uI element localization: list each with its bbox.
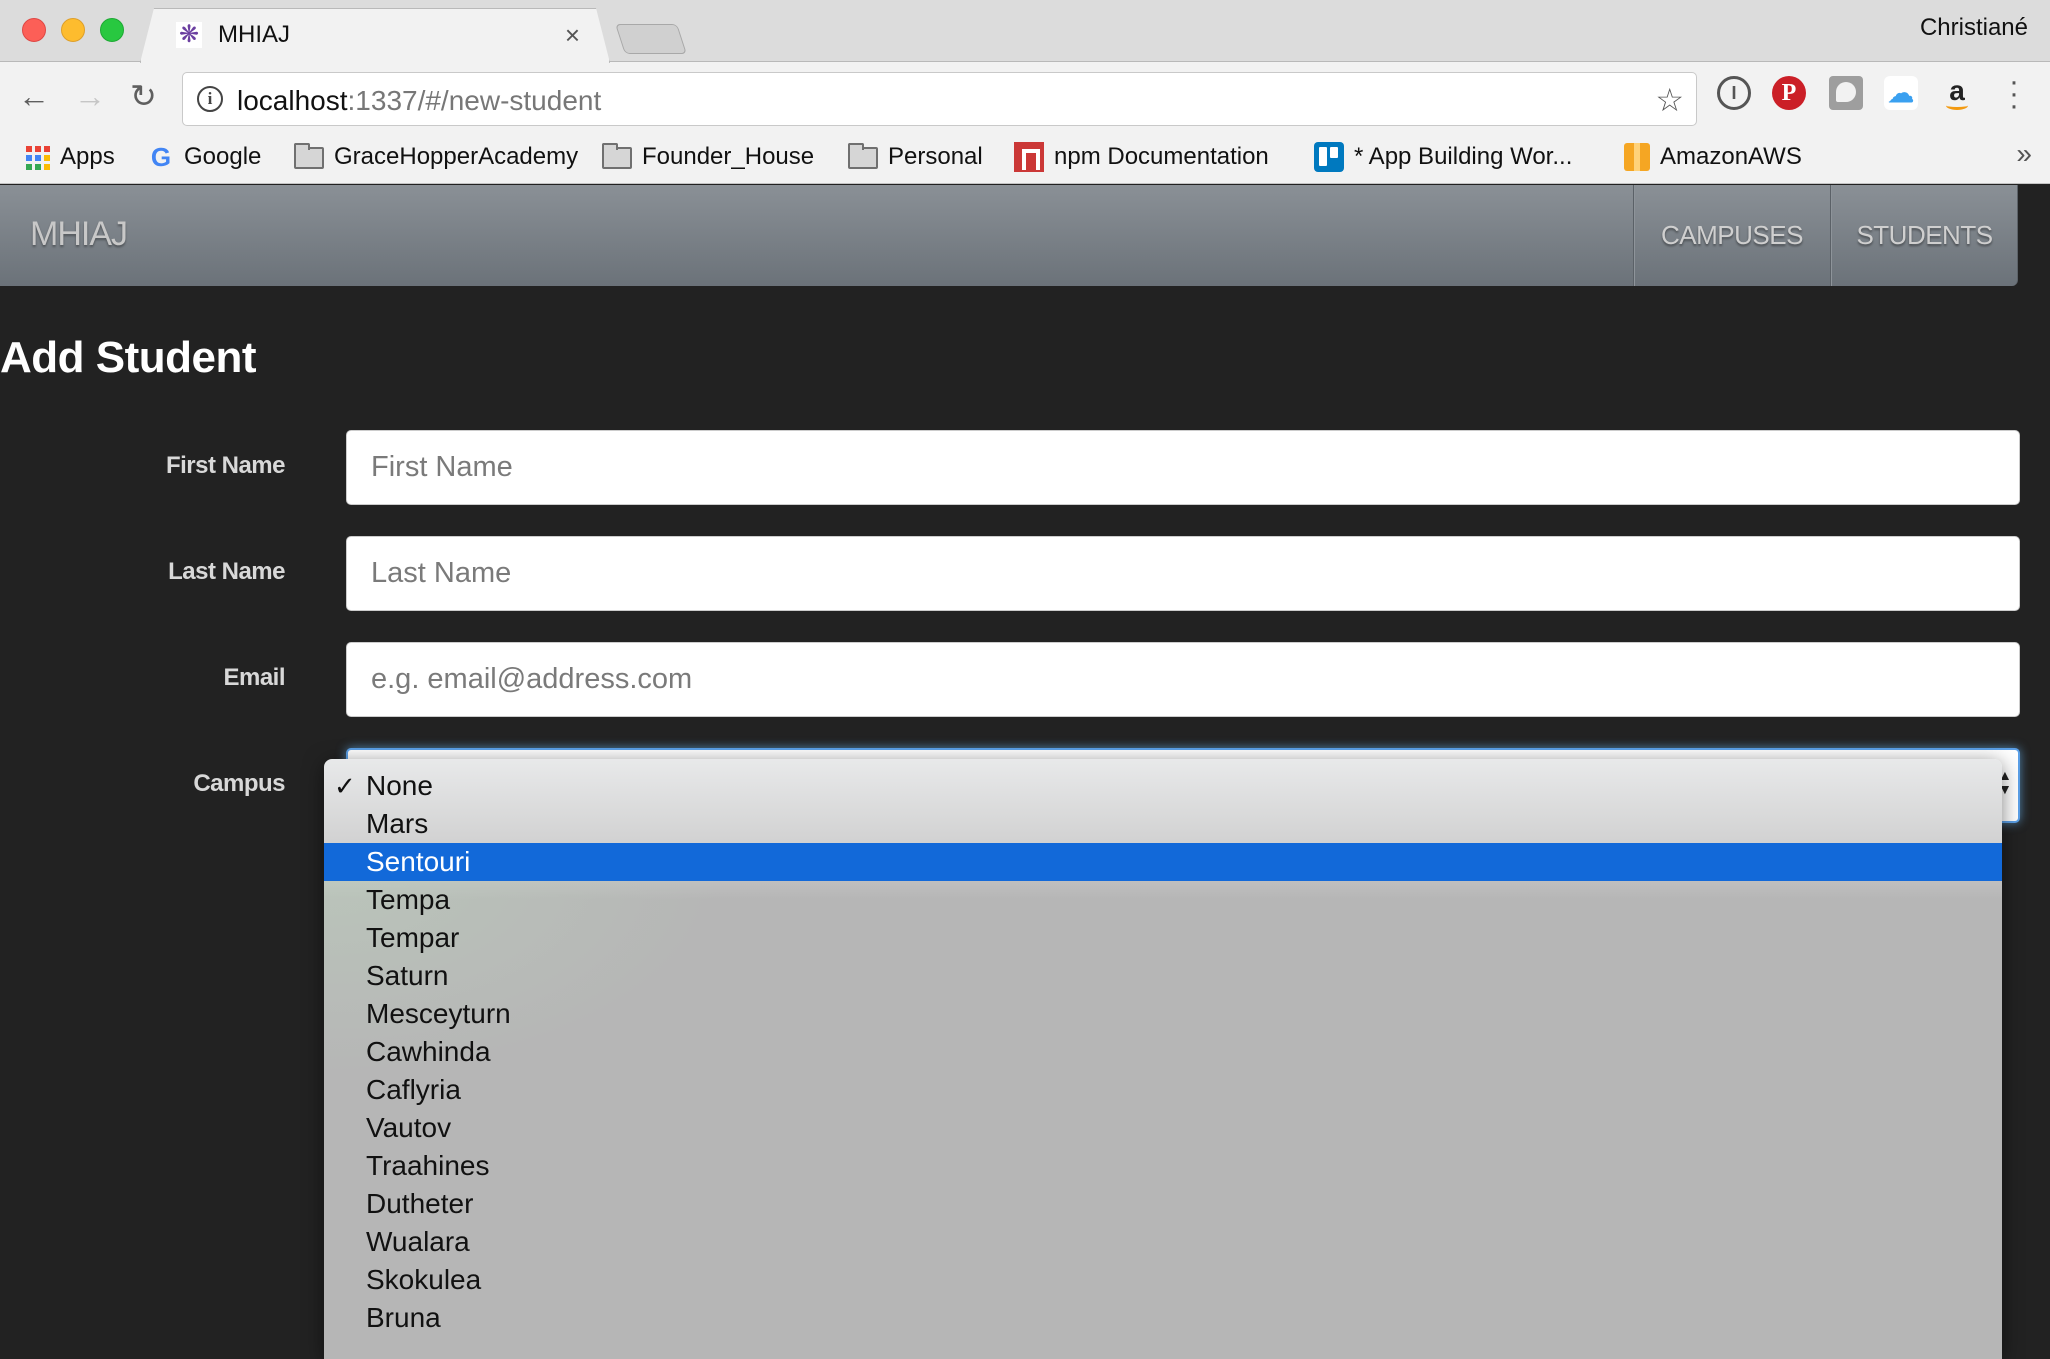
last-name-input[interactable] bbox=[346, 536, 2020, 611]
brand-link[interactable]: MHIAJ bbox=[30, 215, 128, 254]
1password-icon[interactable]: I bbox=[1717, 76, 1751, 110]
campus-option-label: Dutheter bbox=[366, 1188, 474, 1219]
campus-option-label: Tempa bbox=[366, 884, 451, 915]
bookmark-label: * App Building Wor... bbox=[1354, 143, 1573, 170]
campus-option[interactable]: Wualara bbox=[324, 1223, 2002, 1261]
amazon-icon[interactable]: a bbox=[1940, 76, 1974, 110]
browser-chrome: ❋ MHIAJ × Christiané ← → ↻ i localhost:1… bbox=[0, 0, 2050, 184]
campus-option[interactable]: Vautov bbox=[324, 1109, 2002, 1147]
icloud-icon[interactable]: ☁ bbox=[1884, 76, 1918, 110]
new-tab-button[interactable] bbox=[615, 24, 687, 54]
profile-name[interactable]: Christiané bbox=[1920, 14, 2028, 42]
campus-option-label: Cawhinda bbox=[366, 1036, 491, 1067]
bookmark-label: GraceHopperAcademy bbox=[334, 143, 579, 170]
bookmark-amazonaws[interactable]: AmazonAWS bbox=[1624, 142, 1802, 172]
bookmarks-overflow-icon[interactable]: » bbox=[2016, 138, 2032, 170]
tab-strip: ❋ MHIAJ × Christiané bbox=[0, 0, 2050, 62]
minimize-window-button[interactable] bbox=[61, 18, 85, 42]
ghostery-icon[interactable] bbox=[1829, 76, 1863, 110]
campus-option[interactable]: Mesceyturn bbox=[324, 995, 2002, 1033]
campus-option[interactable]: Cawhinda bbox=[324, 1033, 2002, 1071]
campus-option[interactable]: Skokulea bbox=[324, 1261, 2002, 1299]
campus-option-label: Vautov bbox=[366, 1112, 452, 1143]
nav-students[interactable]: STUDENTS bbox=[1830, 185, 2018, 286]
folder-icon bbox=[294, 143, 324, 169]
nav-campuses[interactable]: CAMPUSES bbox=[1633, 185, 1830, 286]
url-path: :1337/#/new-student bbox=[347, 85, 602, 116]
campus-option-label: Sentouri bbox=[366, 846, 471, 877]
email-label: Email bbox=[223, 664, 285, 691]
folder-icon bbox=[602, 143, 632, 169]
campus-option[interactable]: Saturn bbox=[324, 957, 2002, 995]
campus-option[interactable]: ✓ None bbox=[324, 767, 2002, 805]
app-navbar: MHIAJ CAMPUSES STUDENTS bbox=[0, 185, 2018, 286]
active-tab[interactable]: ❋ MHIAJ × bbox=[140, 8, 610, 63]
npm-icon bbox=[1014, 142, 1044, 172]
campus-option-label: Saturn bbox=[366, 960, 449, 991]
campus-option[interactable]: Tempar bbox=[324, 919, 2002, 957]
campus-option-label: Caflyria bbox=[366, 1074, 461, 1105]
maximize-window-button[interactable] bbox=[100, 18, 124, 42]
bookmark-personal[interactable]: Personal bbox=[848, 142, 983, 172]
campus-option[interactable]: Dutheter bbox=[324, 1185, 2002, 1223]
campus-option-label: Mars bbox=[366, 808, 429, 839]
campus-option-label: Tempar bbox=[366, 922, 460, 953]
campus-option-label: Skokulea bbox=[366, 1264, 482, 1295]
bookmark-star-icon[interactable]: ☆ bbox=[1655, 81, 1684, 119]
url-host: localhost bbox=[237, 85, 348, 116]
campus-option-label: None bbox=[366, 770, 433, 801]
bookmark-gracehopperacademy[interactable]: GraceHopperAcademy bbox=[294, 142, 578, 172]
back-arrow-icon[interactable]: ← bbox=[18, 80, 50, 112]
bookmark-label: Personal bbox=[888, 143, 983, 170]
reload-icon[interactable]: ↻ bbox=[130, 80, 157, 112]
folder-icon bbox=[848, 143, 878, 169]
bookmark-founder-house[interactable]: Founder_House bbox=[602, 142, 814, 172]
campus-label: Campus bbox=[193, 770, 285, 797]
bookmark-label: Founder_House bbox=[642, 143, 815, 170]
campus-option[interactable]: Traahines bbox=[324, 1147, 2002, 1185]
campus-option-label: Mesceyturn bbox=[366, 998, 511, 1029]
last-name-label: Last Name bbox=[168, 558, 285, 585]
page-title: Add Student bbox=[0, 333, 257, 382]
trello-icon bbox=[1314, 142, 1344, 172]
campus-option-label: Wualara bbox=[366, 1226, 470, 1257]
checkmark-icon: ✓ bbox=[334, 771, 356, 801]
bookmark-npm-documentation[interactable]: npm Documentation bbox=[1014, 142, 1269, 172]
bookmark-label: Apps bbox=[60, 143, 115, 170]
close-window-button[interactable] bbox=[22, 18, 46, 42]
first-name-input[interactable] bbox=[346, 430, 2020, 505]
site-info-icon[interactable]: i bbox=[197, 86, 223, 112]
campus-option-label: Bruna bbox=[366, 1302, 441, 1333]
bookmark-label: npm Documentation bbox=[1054, 143, 1269, 170]
tab-close-icon[interactable]: × bbox=[565, 20, 580, 51]
browser-menu-icon[interactable]: · · · bbox=[2004, 67, 2024, 121]
campus-option[interactable]: Tempa bbox=[324, 881, 2002, 919]
bookmark-app-building[interactable]: * App Building Wor... bbox=[1314, 142, 1572, 172]
forward-arrow-icon[interactable]: → bbox=[74, 80, 106, 112]
address-bar[interactable]: i localhost:1337/#/new-student ☆ bbox=[182, 72, 1697, 126]
first-name-label: First Name bbox=[165, 452, 286, 479]
campus-option[interactable]: Bruna bbox=[324, 1299, 2002, 1337]
campus-option[interactable]: Sentouri bbox=[324, 843, 2002, 881]
google-icon: G bbox=[150, 142, 172, 172]
tab-title: MHIAJ bbox=[218, 21, 290, 48]
campus-option[interactable]: Caflyria bbox=[324, 1071, 2002, 1109]
apps-grid-icon bbox=[24, 144, 50, 170]
campus-option-label: Traahines bbox=[366, 1150, 490, 1181]
snowflake-favicon-icon: ❋ bbox=[176, 22, 202, 48]
bookmark-label: Google bbox=[184, 143, 262, 170]
url-text[interactable]: localhost:1337/#/new-student bbox=[237, 85, 601, 117]
aws-icon bbox=[1624, 143, 1650, 171]
browser-toolbar: ← → ↻ i localhost:1337/#/new-student ☆ I… bbox=[0, 62, 2050, 132]
email-input[interactable] bbox=[346, 642, 2020, 717]
bookmark-label: AmazonAWS bbox=[1660, 143, 1802, 170]
bookmark-google[interactable]: G Google bbox=[148, 142, 262, 172]
campus-option[interactable]: Mars bbox=[324, 805, 2002, 843]
campus-dropdown-menu: ✓ None Mars Sentouri Tempa Tempar Saturn Mescey… bbox=[324, 759, 2002, 1359]
pinterest-icon[interactable]: P bbox=[1772, 76, 1806, 110]
bookmark-apps[interactable]: Apps bbox=[24, 142, 115, 172]
bookmarks-bar: Apps G Google GraceHopperAcademy Founder… bbox=[0, 132, 2050, 184]
